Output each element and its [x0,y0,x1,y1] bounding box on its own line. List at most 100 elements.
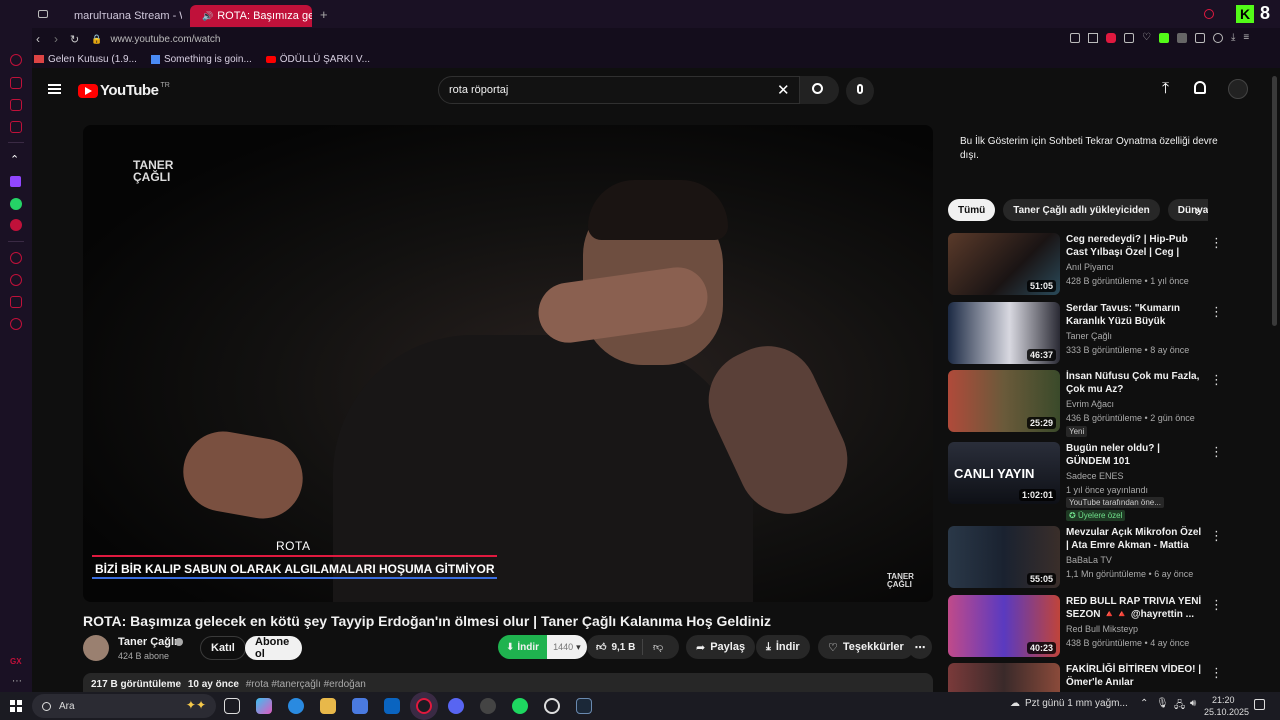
tab-youtube-active[interactable]: 🔊 ROTA: Başımıza gelec [190,5,312,27]
download-extension-icon[interactable] [1158,33,1169,43]
tray-overflow-icon[interactable]: ⌃ [1140,698,1148,709]
weather-widget[interactable]: ☁ Pzt günü 1 mm yağm... [1010,698,1128,709]
bookmark-gmail[interactable]: Gelen Kutusu (1.9... [34,54,137,65]
new-tab-button[interactable]: + [320,7,328,22]
hamburger-menu-icon[interactable] [48,84,61,94]
chip-uploader[interactable]: Taner Çağlı adlı yükleyiciden [1003,199,1160,221]
opera-gx-taskbar-icon[interactable] [416,698,432,714]
voice-search-button[interactable] [846,77,874,105]
search-tabs-icon[interactable] [1204,9,1214,19]
notifications-icon[interactable] [1254,699,1265,710]
recommendation-item[interactable]: 40:23 RED BULL RAP TRIVIA YENİ SEZON 🔺🔺 … [948,595,1248,659]
reload-icon[interactable]: ↻ [70,33,79,46]
like-button[interactable]: 👍︎ 9,1 B [587,639,643,655]
notifications-bell-icon[interactable] [1194,81,1206,94]
task-view-icon[interactable] [224,698,240,714]
more-actions-button[interactable]: ⋯ [908,635,932,659]
rec-title[interactable]: Bugün neler oldu? | GÜNDEM 101 [1066,442,1206,468]
join-button[interactable]: Katıl [200,636,246,660]
aria-icon[interactable] [10,54,22,66]
crypto-wallet-icon[interactable] [10,77,22,89]
rec-more-icon[interactable]: ⋮ [1210,444,1223,460]
steam-icon[interactable] [576,698,592,714]
rec-more-icon[interactable]: ⋮ [1210,665,1223,681]
gx-corner-icon[interactable] [10,121,22,133]
history-icon[interactable] [10,274,22,286]
rec-title[interactable]: Ceg neredeydi? | Hip-Pub Cast Yılbaşı Öz… [1066,233,1206,260]
bookmark-something[interactable]: Something is goin... [150,54,252,65]
play-icon[interactable] [1124,33,1134,43]
hashtags[interactable]: #rota #tanerçağlı #erdoğan [246,679,366,690]
rec-channel[interactable]: Evrim Ağacı [1066,399,1114,409]
video-thumbnail[interactable]: 55:05 [948,526,1060,588]
kick-extension-icon[interactable]: K [1236,5,1254,23]
video-thumbnail[interactable]: 46:37 [948,302,1060,364]
video-thumbnail[interactable]: 40:23 [948,595,1060,657]
rec-channel[interactable]: Sadece ENES [1066,471,1124,481]
rec-channel[interactable]: BaBaLa TV [1066,555,1112,565]
rec-channel[interactable]: Anıl Piyancı [1066,262,1114,272]
recommendation-item[interactable]: 51:05 Ceg neredeydi? | Hip-Pub Cast Yılb… [948,233,1248,297]
extensions-icon[interactable] [10,296,22,308]
file-explorer-icon[interactable] [320,698,336,714]
puzzle-icon[interactable] [1194,33,1205,43]
video-thumbnail[interactable]: 51:05 [948,233,1060,295]
volume-icon[interactable]: 🔊︎ [1190,698,1196,709]
search-box[interactable]: rota röportaj ✕ [438,76,839,104]
opera-icon[interactable] [544,698,560,714]
store-icon[interactable] [352,698,368,714]
whatsapp-icon[interactable] [10,198,22,210]
rec-channel[interactable]: Taner Çağlı [1066,331,1112,341]
tiktok-icon[interactable]: ⌃ [10,153,19,166]
rec-title[interactable]: İnsan Nüfusu Çok mu Fazla, Çok mu Az? [1066,370,1206,396]
forward-icon[interactable]: › [54,32,58,46]
search-button[interactable] [799,76,839,104]
heart-icon[interactable]: ♡ [1142,33,1151,43]
app-icon[interactable] [480,698,496,714]
rec-more-icon[interactable]: ⋮ [1210,372,1223,388]
profile-icon[interactable] [1212,33,1223,43]
recommendation-item[interactable]: 25:29 İnsan Nüfusu Çok mu Fazla, Çok mu … [948,370,1248,437]
rec-channel[interactable]: Red Bull Mikstеyp [1066,624,1138,634]
video-thumbnail[interactable]: CANLI YAYIN 1:02:01 [948,442,1060,504]
twitch-icon[interactable] [10,176,21,187]
channel-avatar[interactable] [83,635,109,661]
snapshot-icon[interactable] [1070,33,1080,43]
rec-title[interactable]: Serdar Tavus: "Kumarın Karanlık Yüzü Büy… [1066,302,1206,329]
url-field[interactable]: www.youtube.com/watch [110,34,220,45]
outlook-icon[interactable] [384,698,400,714]
messenger-icon[interactable] [10,99,22,111]
youtube-logo[interactable]: YouTube TR [78,82,170,99]
taskbar-search[interactable]: Ara ✦✦ [32,694,216,718]
back-icon[interactable]: ‹ [36,32,40,46]
menu-icon[interactable]: ≡ [1243,33,1249,43]
chip-all[interactable]: Tümü [948,199,996,221]
spotify-icon[interactable] [512,698,528,714]
shield-icon[interactable] [1106,33,1116,43]
clear-search-icon[interactable]: ✕ [777,81,790,99]
rec-more-icon[interactable]: ⋮ [1210,304,1223,320]
thanks-button[interactable]: ♡ Teşekkürler [818,635,914,659]
recommendation-item[interactable]: 46:37 Serdar Tavus: "Kumarın Karanlık Yü… [948,302,1248,366]
clock-date[interactable]: 25.10.2025 [1204,707,1249,717]
chevron-right-icon[interactable]: › [1195,202,1200,218]
download-button[interactable]: ⬇ İndir [498,635,548,659]
page-scrollbar[interactable] [1272,76,1277,326]
youtube-music-icon[interactable] [10,219,22,231]
copilot-icon[interactable] [256,698,272,714]
recommendation-item[interactable]: CANLI YAYIN 1:02:01 Bugün neler oldu? | … [948,442,1248,521]
microphone-tray-icon[interactable]: 🎙︎ [1156,698,1169,709]
search-input[interactable]: rota röportaj [449,84,508,96]
downloads-icon[interactable]: ⤓ [1231,33,1235,43]
rec-more-icon[interactable]: ⋮ [1210,235,1223,251]
rec-title[interactable]: FAKİRLİĞİ BİTİREN VİDEO! | Ömer'le Anıla… [1066,663,1206,690]
player-icon[interactable] [10,252,22,264]
chip-world[interactable]: Dünya Ha [1167,199,1208,221]
rec-title[interactable]: Mevzular Açık Mikrofon Özel | Ata Emre A… [1066,526,1206,553]
video-player[interactable]: TANER ÇAĞLI ROTA BİZİ BİR KALIP SABUN OL… [83,125,933,602]
upload-icon[interactable]: ⤒ [1162,80,1169,98]
dislike-button[interactable]: 👎︎ [643,641,663,653]
rec-more-icon[interactable]: ⋮ [1210,528,1223,544]
extension-icon[interactable] [1176,33,1187,43]
clock-time[interactable]: 21:20 [1212,695,1235,705]
